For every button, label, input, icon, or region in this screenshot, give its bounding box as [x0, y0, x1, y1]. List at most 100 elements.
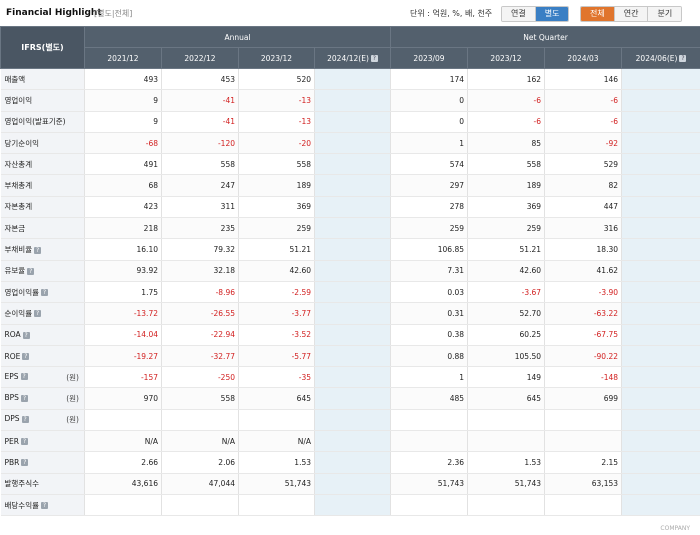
table-row: 배당수익률? [0, 494, 700, 517]
table-cell: 2.36 [390, 451, 469, 474]
row-label-text: 영업이익 [4, 95, 33, 105]
table-cell: -6 [467, 111, 546, 133]
table-cell: 105.50 [467, 345, 546, 368]
column-header: 2022/12 [161, 47, 239, 69]
table-cell [314, 111, 392, 133]
table-cell: 520 [238, 68, 315, 91]
row-label: ROA? [0, 324, 85, 346]
table-cell [621, 238, 700, 261]
table-cell [621, 324, 700, 346]
table-cell: 51,743 [390, 473, 469, 495]
row-label: PER? [0, 430, 85, 453]
separate-button[interactable]: 별도 [535, 7, 569, 21]
table-row: 부채비율? 16.10 79.32 51.21 106.85 51.21 18.30 [0, 238, 700, 261]
consolidated-button[interactable]: 연결 [502, 7, 536, 21]
row-unit: (원) [66, 394, 79, 404]
all-period-button[interactable]: 전체 [581, 7, 615, 21]
table-cell: -13 [238, 111, 315, 133]
help-icon[interactable]: ? [21, 459, 29, 467]
annual-button[interactable]: 연간 [614, 7, 649, 21]
table-row: 부채총계 68 247 189 297 189 82 [0, 174, 700, 197]
table-cell [390, 430, 469, 453]
table-row: 자산총계 491 558 558 574 558 529 [0, 153, 700, 176]
table-cell: 259 [390, 217, 469, 240]
table-cell: -6 [544, 89, 623, 112]
table-cell: -13 [238, 89, 315, 112]
table-cell: -13.72 [84, 302, 162, 325]
table-cell: 9 [84, 89, 162, 112]
table-cell [467, 409, 546, 432]
table-row: 영업이익(발표기준) 9 -41 -13 0 -6 -6 [0, 111, 700, 133]
help-icon[interactable]: ? [34, 246, 42, 254]
table-cell [314, 473, 392, 495]
table-cell: N/A [84, 430, 162, 453]
table-cell [621, 451, 700, 474]
help-icon[interactable]: ? [22, 353, 30, 360]
table-row: ROE? -19.27 -32.77 -5.77 0.88 105.50 -90.22 [0, 345, 700, 368]
help-icon[interactable]: ? [21, 415, 29, 423]
row-label-text: 자본총계 [4, 202, 33, 212]
table-cell: 259 [238, 217, 315, 240]
help-icon[interactable]: ? [20, 438, 28, 446]
row-label: 부채비율? [0, 238, 85, 261]
quarter-button[interactable]: 분기 [648, 7, 682, 21]
table-cell [314, 281, 392, 304]
help-icon[interactable]: ? [679, 55, 687, 62]
row-label-text: DPS [4, 414, 20, 424]
table-cell: 558 [238, 153, 315, 176]
help-icon[interactable]: ? [34, 310, 42, 318]
help-icon[interactable]: ? [41, 502, 48, 510]
table-cell [621, 132, 700, 155]
row-label: 영업이익률? [0, 281, 85, 304]
table-cell: -2.59 [238, 281, 315, 304]
table-cell [621, 196, 700, 219]
table-cell: 699 [544, 387, 623, 410]
row-label-text: 영업이익률 [4, 287, 40, 297]
table-cell: 311 [161, 196, 239, 219]
help-icon[interactable]: ? [20, 394, 28, 402]
header-bar: Financial Highlight [별도|전체] 단위 : 억원, %, … [0, 0, 700, 26]
table-cell: -35 [238, 366, 315, 389]
table-cell: -250 [161, 366, 239, 389]
column-header: 2021/12 [84, 47, 162, 69]
table-cell: 106.85 [390, 238, 469, 261]
table-cell [84, 494, 162, 517]
table-cell: -14.04 [84, 324, 162, 346]
table-cell: 1.75 [84, 281, 162, 304]
table-cell [314, 324, 392, 346]
help-icon[interactable]: ? [22, 331, 30, 339]
column-header: 2024/06(E)? [621, 47, 700, 69]
table-cell [314, 68, 392, 91]
table-cell: 7.31 [390, 260, 469, 282]
ifrs-header: IFRS(별도) [0, 26, 85, 69]
row-label-text: EPS [4, 371, 19, 381]
period-toggle: 전체 연간 분기 [580, 6, 683, 22]
table-cell: -63.22 [544, 302, 623, 325]
table-cell [621, 409, 700, 432]
table-cell: 16.10 [84, 238, 162, 261]
table-cell: 51.21 [238, 238, 315, 261]
table-cell: 1.53 [238, 451, 315, 474]
row-label: 부채총계 [0, 174, 85, 197]
column-header-label: 2024/06(E) [635, 53, 678, 63]
table-cell: 60.25 [467, 324, 546, 346]
annual-group-header: Annual [83, 26, 392, 48]
table-cell [621, 387, 700, 410]
help-icon[interactable]: ? [20, 373, 28, 381]
table-cell: 63,153 [544, 473, 623, 495]
table-cell [621, 68, 700, 91]
table-cell: -67.75 [544, 324, 623, 346]
help-icon[interactable]: ? [370, 55, 378, 62]
table-cell: 189 [467, 174, 546, 197]
table-cell [314, 302, 392, 325]
row-label: 자본금 [0, 217, 85, 240]
table-cell: 0 [390, 111, 469, 133]
row-label: 매출액 [0, 68, 85, 91]
table-row: EPS? (원) -157 -250 -35 1 149 -148 [0, 366, 700, 389]
help-icon[interactable]: ? [27, 267, 35, 275]
help-icon[interactable]: ? [41, 289, 48, 297]
table-cell [314, 132, 392, 155]
table-cell [621, 174, 700, 197]
table-cell: -3.67 [467, 281, 546, 304]
row-label-text: 당기순이익 [4, 138, 40, 148]
